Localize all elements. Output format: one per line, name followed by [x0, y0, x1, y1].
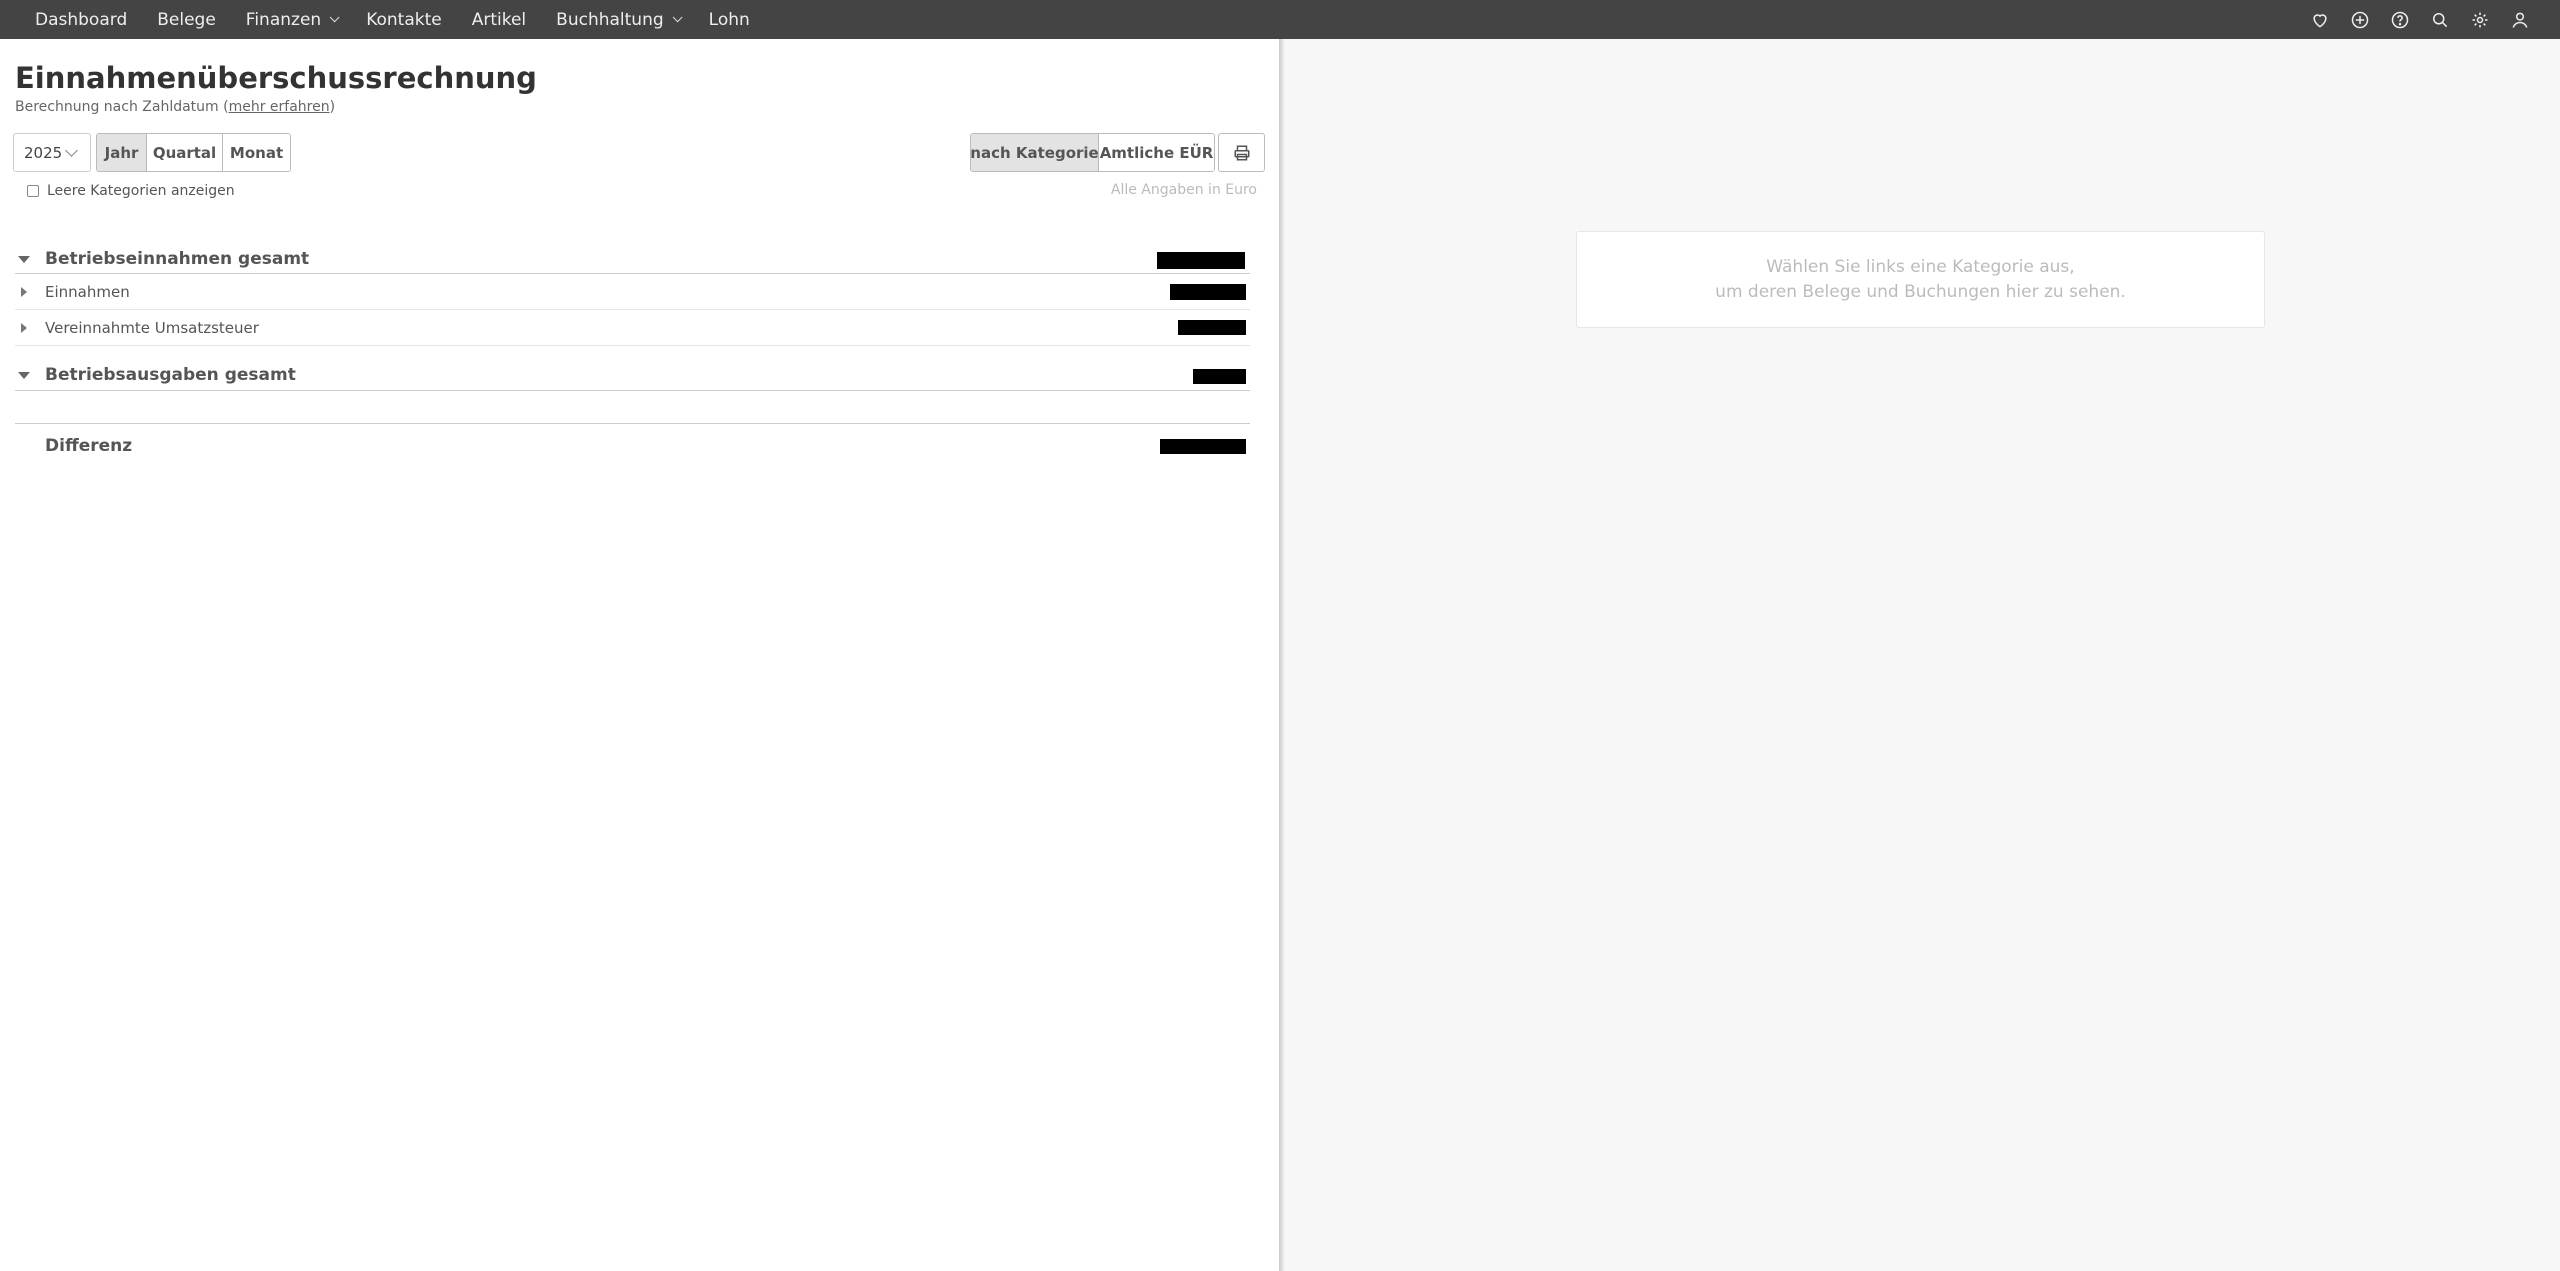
- print-button[interactable]: [1218, 133, 1265, 172]
- empty-categories-label: Leere Kategorien anzeigen: [47, 183, 235, 199]
- nav-items: Dashboard Belege Finanzen Kontakte Artik…: [0, 10, 780, 30]
- printer-icon: [1234, 145, 1249, 160]
- detail-message-line-2: um deren Belege und Buchungen hier zu se…: [1715, 281, 2126, 302]
- top-navigation: Dashboard Belege Finanzen Kontakte Artik…: [0, 0, 2560, 39]
- view-official-button[interactable]: Amtliche EÜR: [1099, 134, 1214, 171]
- expenses-total-row[interactable]: Betriebsausgaben gesamt: [15, 361, 1250, 389]
- empty-categories-checkbox[interactable]: [27, 185, 39, 197]
- page-subtitle: Berechnung nach Zahldatum (mehr erfahren…: [15, 99, 335, 115]
- income-value: [1170, 284, 1246, 300]
- subtitle-text: Berechnung nach Zahldatum (: [15, 99, 229, 115]
- learn-more-link[interactable]: mehr erfahren: [229, 99, 330, 115]
- income-row[interactable]: Einnahmen: [15, 275, 1250, 309]
- period-toggle: Jahr Quartal Monat: [96, 133, 291, 172]
- nav-finanzen[interactable]: Finanzen: [245, 9, 340, 30]
- row-divider: [15, 273, 1250, 274]
- collapse-icon: [15, 371, 33, 379]
- nav-lohn[interactable]: Lohn: [709, 10, 750, 30]
- currency-note: Alle Angaben in Euro: [1110, 182, 1257, 198]
- year-select[interactable]: 2025: [13, 133, 91, 172]
- view-toggle: nach Kategorie Amtliche EÜR: [970, 133, 1215, 172]
- vat-value: [1178, 320, 1246, 335]
- difference-row: Differenz: [15, 431, 1250, 461]
- period-year-button[interactable]: Jahr: [97, 134, 147, 171]
- gear-icon[interactable]: [2470, 10, 2490, 30]
- chevron-down-icon: [672, 12, 683, 23]
- period-quarter-button[interactable]: Quartal: [147, 134, 223, 171]
- nav-dashboard-label: Dashboard: [35, 9, 128, 30]
- detail-panel: Wählen Sie links eine Kategorie aus, um …: [1284, 39, 2560, 1271]
- view-category-button[interactable]: nach Kategorie: [971, 134, 1099, 171]
- income-total-row[interactable]: Betriebseinnahmen gesamt: [15, 245, 1250, 273]
- nav-belege[interactable]: Belege: [157, 10, 216, 30]
- vat-row[interactable]: Vereinnahmte Umsatzsteuer: [15, 311, 1250, 345]
- expenses-total-label: Betriebsausgaben gesamt: [45, 365, 296, 385]
- row-divider: [15, 390, 1250, 391]
- chevron-down-icon: [329, 12, 340, 23]
- income-total-value: [1157, 252, 1245, 269]
- period-month-button[interactable]: Monat: [223, 134, 290, 171]
- row-divider: [15, 309, 1250, 310]
- vat-label: Vereinnahmte Umsatzsteuer: [45, 319, 259, 337]
- search-icon[interactable]: [2430, 10, 2450, 30]
- nav-buchhaltung[interactable]: Buchhaltung: [556, 9, 683, 30]
- nav-lohn-label: Lohn: [708, 9, 750, 30]
- difference-value: [1160, 439, 1246, 454]
- empty-categories-toggle[interactable]: Leere Kategorien anzeigen: [27, 183, 235, 199]
- year-value: 2025: [24, 143, 63, 162]
- nav-artikel-label: Artikel: [471, 9, 527, 30]
- nav-kontakte-label: Kontakte: [366, 9, 442, 30]
- difference-divider: [15, 423, 1250, 424]
- nav-artikel[interactable]: Artikel: [472, 10, 526, 30]
- help-icon[interactable]: [2390, 10, 2410, 30]
- report-panel: Einnahmenüberschussrechnung Berechnung n…: [0, 39, 1279, 1271]
- nav-kontakte[interactable]: Kontakte: [366, 10, 442, 30]
- nav-dashboard[interactable]: Dashboard: [35, 10, 127, 30]
- page-title: Einnahmenüberschussrechnung: [15, 61, 537, 95]
- difference-label: Differenz: [45, 436, 133, 456]
- expand-icon: [15, 323, 33, 333]
- subtitle-suffix: ): [329, 99, 336, 115]
- heart-icon[interactable]: [2310, 10, 2330, 30]
- expenses-total-value: [1193, 369, 1246, 384]
- collapse-icon: [15, 255, 33, 263]
- plus-circle-icon[interactable]: [2350, 10, 2370, 30]
- row-divider: [15, 345, 1250, 346]
- empty-detail-message: Wählen Sie links eine Kategorie aus, um …: [1576, 231, 2265, 328]
- income-total-label: Betriebseinnahmen gesamt: [45, 249, 310, 269]
- user-icon[interactable]: [2510, 10, 2530, 30]
- detail-message-line-1: Wählen Sie links eine Kategorie aus,: [1766, 256, 2075, 277]
- nav-belege-label: Belege: [157, 9, 216, 30]
- nav-icons: [2310, 0, 2530, 39]
- nav-finanzen-label: Finanzen: [245, 9, 322, 30]
- chevron-down-icon: [65, 144, 78, 157]
- expand-icon: [15, 287, 33, 297]
- nav-buchhaltung-label: Buchhaltung: [556, 9, 664, 30]
- income-label: Einnahmen: [45, 283, 130, 301]
